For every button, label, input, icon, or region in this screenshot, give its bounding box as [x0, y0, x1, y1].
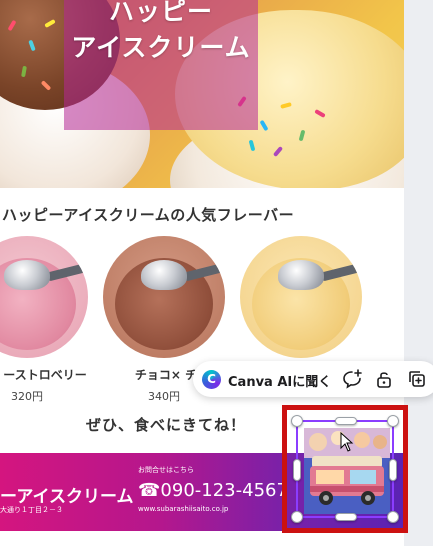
resize-handle-top-left[interactable] — [291, 415, 303, 427]
chocolate-ice-cream-photo[interactable] — [103, 236, 225, 358]
hero-photo[interactable]: ハッピー アイスクリーム — [0, 0, 404, 188]
resize-handle-left[interactable] — [293, 459, 301, 481]
duplicate-icon[interactable] — [407, 369, 427, 389]
hero-title[interactable]: ハッピー アイスクリーム — [64, 0, 258, 66]
hero-title-line2: アイスクリーム — [71, 33, 251, 62]
footer-address[interactable]: 大通り１丁目２－３ — [0, 505, 63, 515]
canva-ai-toolbar: C Canva AIに聞く — [193, 361, 433, 397]
footer-phone[interactable]: ☎090-123-4567 — [138, 480, 288, 501]
resize-handle-top-right[interactable] — [387, 415, 399, 427]
canvas-editor: ハッピー アイスクリーム ハッピーアイスクリームの人気フレーバー ーストロベリー… — [0, 0, 433, 546]
ask-canva-ai-button[interactable]: Canva AIに聞く — [228, 371, 331, 390]
resize-handle-right[interactable] — [389, 459, 397, 481]
flavor-price[interactable]: 320円 — [0, 388, 97, 404]
vanilla-ice-cream-photo[interactable] — [240, 236, 362, 358]
scoop-spoon — [141, 260, 187, 290]
call-to-action-text[interactable]: ぜひ、食べにきてね！ — [86, 414, 246, 435]
scoop-spoon — [4, 260, 50, 290]
footer-url[interactable]: www.subarashiisaito.co.jp — [138, 505, 228, 513]
comment-add-icon[interactable] — [342, 369, 362, 389]
section-heading[interactable]: ハッピーアイスクリームの人気フレーバー — [2, 204, 294, 225]
flavor-name[interactable]: ーストロベリー — [0, 366, 115, 383]
hero-title-line1: ハッピー — [108, 0, 213, 26]
resize-handle-top[interactable] — [335, 417, 357, 425]
selection-highlight — [282, 405, 408, 533]
resize-handle-bottom[interactable] — [335, 513, 357, 521]
resize-handle-bottom-right[interactable] — [387, 511, 399, 523]
footer-inquiry-label[interactable]: お問合せはこちら — [138, 465, 194, 475]
lock-icon[interactable] — [374, 369, 394, 389]
resize-handle-bottom-left[interactable] — [291, 511, 303, 523]
workspace-background — [404, 0, 433, 546]
strawberry-ice-cream-photo[interactable] — [0, 236, 88, 358]
mouse-pointer-icon — [340, 432, 354, 452]
footer-shop-name[interactable]: ーアイスクリーム — [0, 482, 133, 507]
scoop-spoon — [278, 260, 324, 290]
canva-ai-logo-icon[interactable]: C — [202, 370, 221, 389]
